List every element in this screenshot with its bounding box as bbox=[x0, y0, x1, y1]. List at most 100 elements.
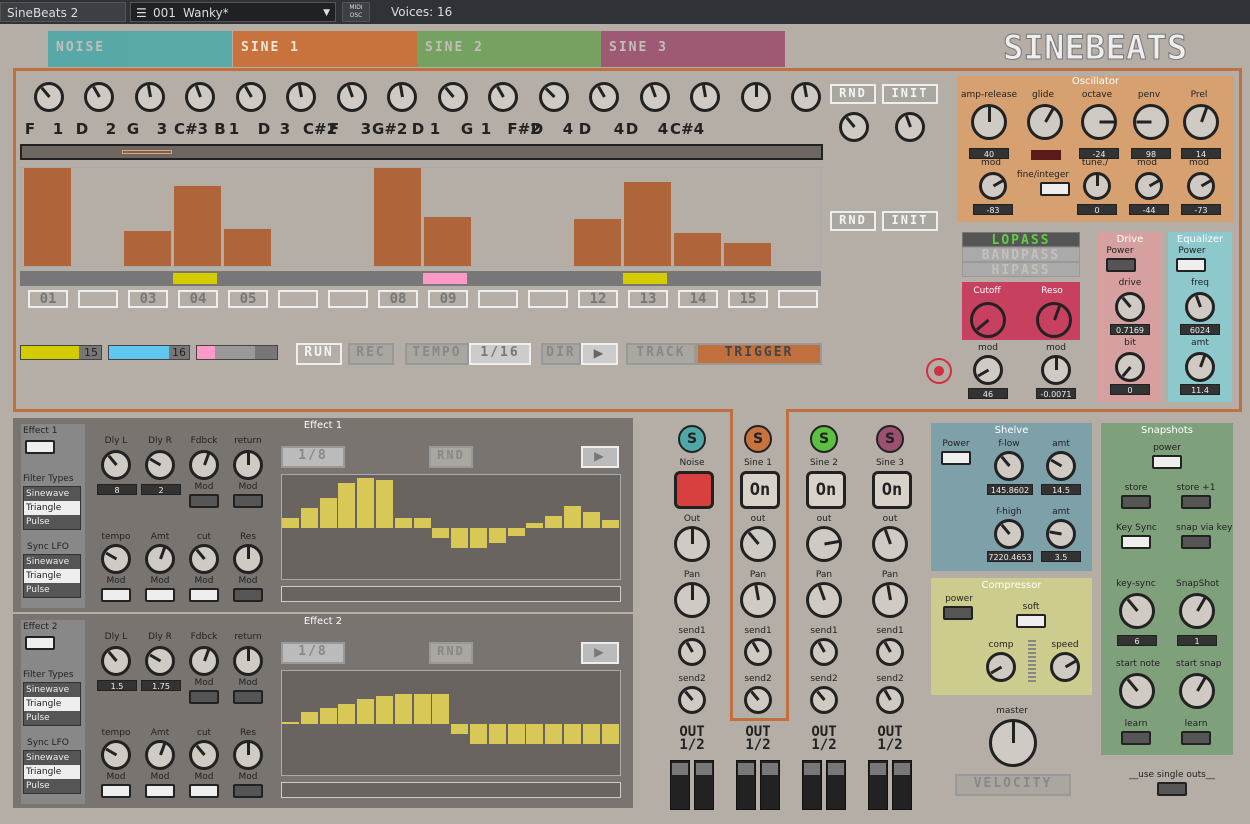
effect1-knob-2[interactable] bbox=[189, 450, 219, 480]
step-bar[interactable] bbox=[224, 229, 271, 266]
cutoff-knob[interactable] bbox=[970, 302, 1006, 338]
step-bar[interactable] bbox=[624, 182, 671, 266]
effect1-lfo-knob-2[interactable] bbox=[189, 544, 219, 574]
effect2-lfo-type-list[interactable]: Sinewave Triangle Pulse bbox=[23, 750, 81, 794]
start-snap-knob[interactable] bbox=[1179, 673, 1215, 709]
step-number-box[interactable]: 09 bbox=[428, 290, 468, 308]
osc-knob-1[interactable] bbox=[1027, 104, 1063, 140]
note-knob-1[interactable] bbox=[34, 82, 64, 112]
f-high-knob[interactable] bbox=[994, 519, 1024, 549]
note-knob-10[interactable] bbox=[488, 82, 518, 112]
effect1-knob-1[interactable] bbox=[145, 450, 175, 480]
osc-mod-knob-2[interactable] bbox=[1135, 172, 1163, 200]
channel-pan-knob-1[interactable] bbox=[674, 582, 710, 618]
effect1-lfo-bar[interactable] bbox=[376, 480, 393, 528]
step-bar[interactable] bbox=[374, 168, 421, 266]
channel-send2-knob-3[interactable] bbox=[810, 686, 838, 714]
channel-send2-knob-1[interactable] bbox=[678, 686, 706, 714]
tempo-value[interactable]: 1/16 bbox=[469, 343, 531, 365]
effect2-mod-button-2[interactable] bbox=[189, 690, 219, 704]
channel-out-knob-3[interactable] bbox=[806, 526, 842, 562]
step-bar[interactable] bbox=[574, 219, 621, 266]
fine-integer-toggle[interactable] bbox=[1040, 182, 1070, 196]
effect2-lfo-knob-3[interactable] bbox=[233, 740, 263, 770]
step-number-box[interactable] bbox=[328, 290, 368, 308]
store-plus1-button[interactable] bbox=[1181, 495, 1211, 509]
effect2-lfo-type-item[interactable]: Pulse bbox=[24, 779, 80, 793]
solo-button-3[interactable]: S bbox=[810, 425, 838, 453]
solo-button-1[interactable]: S bbox=[678, 425, 706, 453]
step-marker[interactable] bbox=[423, 273, 467, 284]
eq-freq-knob[interactable] bbox=[1185, 292, 1215, 322]
effect2-knob-1[interactable] bbox=[145, 646, 175, 676]
channel-fader-l-1[interactable] bbox=[670, 760, 690, 810]
filter-mod1-knob[interactable] bbox=[973, 355, 1003, 385]
effect2-knob-3[interactable] bbox=[233, 646, 263, 676]
record-icon[interactable] bbox=[926, 358, 952, 384]
solo-button-2[interactable]: S bbox=[744, 425, 772, 453]
effect2-lfo-type-item[interactable]: Sinewave bbox=[24, 751, 80, 765]
step-number-box[interactable]: 14 bbox=[678, 290, 718, 308]
drive-power-toggle[interactable] bbox=[1106, 258, 1136, 272]
effect1-mod-button-3[interactable] bbox=[233, 494, 263, 508]
effect1-lfo-type-item[interactable]: Pulse bbox=[24, 583, 80, 597]
channel-fader-r-1[interactable] bbox=[694, 760, 714, 810]
effect2-power-toggle[interactable] bbox=[25, 636, 55, 650]
effect2-lfo-bar[interactable] bbox=[432, 694, 450, 724]
effect2-lfo-mod-button-3[interactable] bbox=[233, 784, 263, 798]
effect1-lfo-type-list[interactable]: Sinewave Triangle Pulse bbox=[23, 554, 81, 598]
note-knob-3[interactable] bbox=[135, 82, 165, 112]
effect2-rnd-button[interactable]: RND bbox=[429, 642, 473, 664]
note-knob-2[interactable] bbox=[84, 82, 114, 112]
note-knob-8[interactable] bbox=[387, 82, 417, 112]
init-button-2[interactable]: INIT bbox=[882, 211, 938, 231]
effect2-lfo-bar[interactable] bbox=[545, 724, 563, 744]
effect1-lfo-type-item[interactable]: Sinewave bbox=[24, 555, 80, 569]
effect1-lfo-knob-0[interactable] bbox=[101, 544, 131, 574]
step-marker[interactable] bbox=[173, 273, 217, 284]
effect1-filter-type-item[interactable]: Pulse bbox=[24, 515, 80, 529]
effect2-lfo-bar[interactable] bbox=[376, 696, 393, 724]
filter-mod2-knob[interactable] bbox=[1041, 355, 1071, 385]
step-number-box[interactable] bbox=[78, 290, 118, 308]
bit-knob[interactable] bbox=[1115, 352, 1145, 382]
effect1-lfo-bar[interactable] bbox=[394, 518, 412, 528]
effect1-lfo-graph[interactable] bbox=[281, 474, 621, 580]
step-number-box[interactable]: 12 bbox=[578, 290, 618, 308]
effect2-lfo-bar[interactable] bbox=[451, 724, 469, 734]
scroll-handle[interactable] bbox=[122, 150, 172, 154]
bandpass-button[interactable]: BANDPASS bbox=[962, 247, 1080, 263]
effect2-lfo-knob-2[interactable] bbox=[189, 740, 219, 770]
preset-select[interactable]: ☰ 001 Wanky* ▼ bbox=[130, 2, 336, 22]
step-bar[interactable] bbox=[24, 168, 71, 266]
note-knob-4[interactable] bbox=[185, 82, 215, 112]
solo-button-4[interactable]: S bbox=[876, 425, 904, 453]
effect2-lfo-knob-1[interactable] bbox=[145, 740, 175, 770]
effect1-knob-0[interactable] bbox=[101, 450, 131, 480]
channel-out-knob-2[interactable] bbox=[740, 526, 776, 562]
effect2-scroll[interactable] bbox=[281, 782, 621, 798]
step-number-box[interactable] bbox=[478, 290, 518, 308]
note-knob-15[interactable] bbox=[741, 82, 771, 112]
effect2-play-icon[interactable]: ▶ bbox=[581, 642, 619, 664]
effect1-play-icon[interactable]: ▶ bbox=[581, 446, 619, 468]
effect2-knob-0[interactable] bbox=[101, 646, 131, 676]
effect2-lfo-bar[interactable] bbox=[488, 724, 506, 744]
effect1-lfo-bar[interactable] bbox=[601, 520, 619, 528]
init-knob[interactable] bbox=[895, 112, 925, 142]
channel-fader-r-4[interactable] bbox=[892, 760, 912, 810]
reso-knob[interactable] bbox=[1036, 302, 1072, 338]
effect1-lfo-bar[interactable] bbox=[470, 528, 487, 548]
channel-out-knob-1[interactable] bbox=[674, 526, 710, 562]
effect2-lfo-bar[interactable] bbox=[282, 722, 299, 724]
effect2-filter-type-item[interactable]: Triangle bbox=[24, 697, 80, 711]
step-marker-strip[interactable] bbox=[20, 271, 821, 286]
on-button-2[interactable]: On bbox=[740, 471, 780, 509]
effect1-lfo-bar[interactable] bbox=[564, 506, 581, 528]
note-knob-5[interactable] bbox=[236, 82, 266, 112]
effect2-lfo-knob-0[interactable] bbox=[101, 740, 131, 770]
effect1-rnd-button[interactable]: RND bbox=[429, 446, 473, 468]
trigger-button[interactable]: TRIGGER bbox=[696, 343, 822, 365]
effect2-lfo-mod-button-2[interactable] bbox=[189, 784, 219, 798]
effect2-rate-button[interactable]: 1/8 bbox=[281, 642, 345, 664]
